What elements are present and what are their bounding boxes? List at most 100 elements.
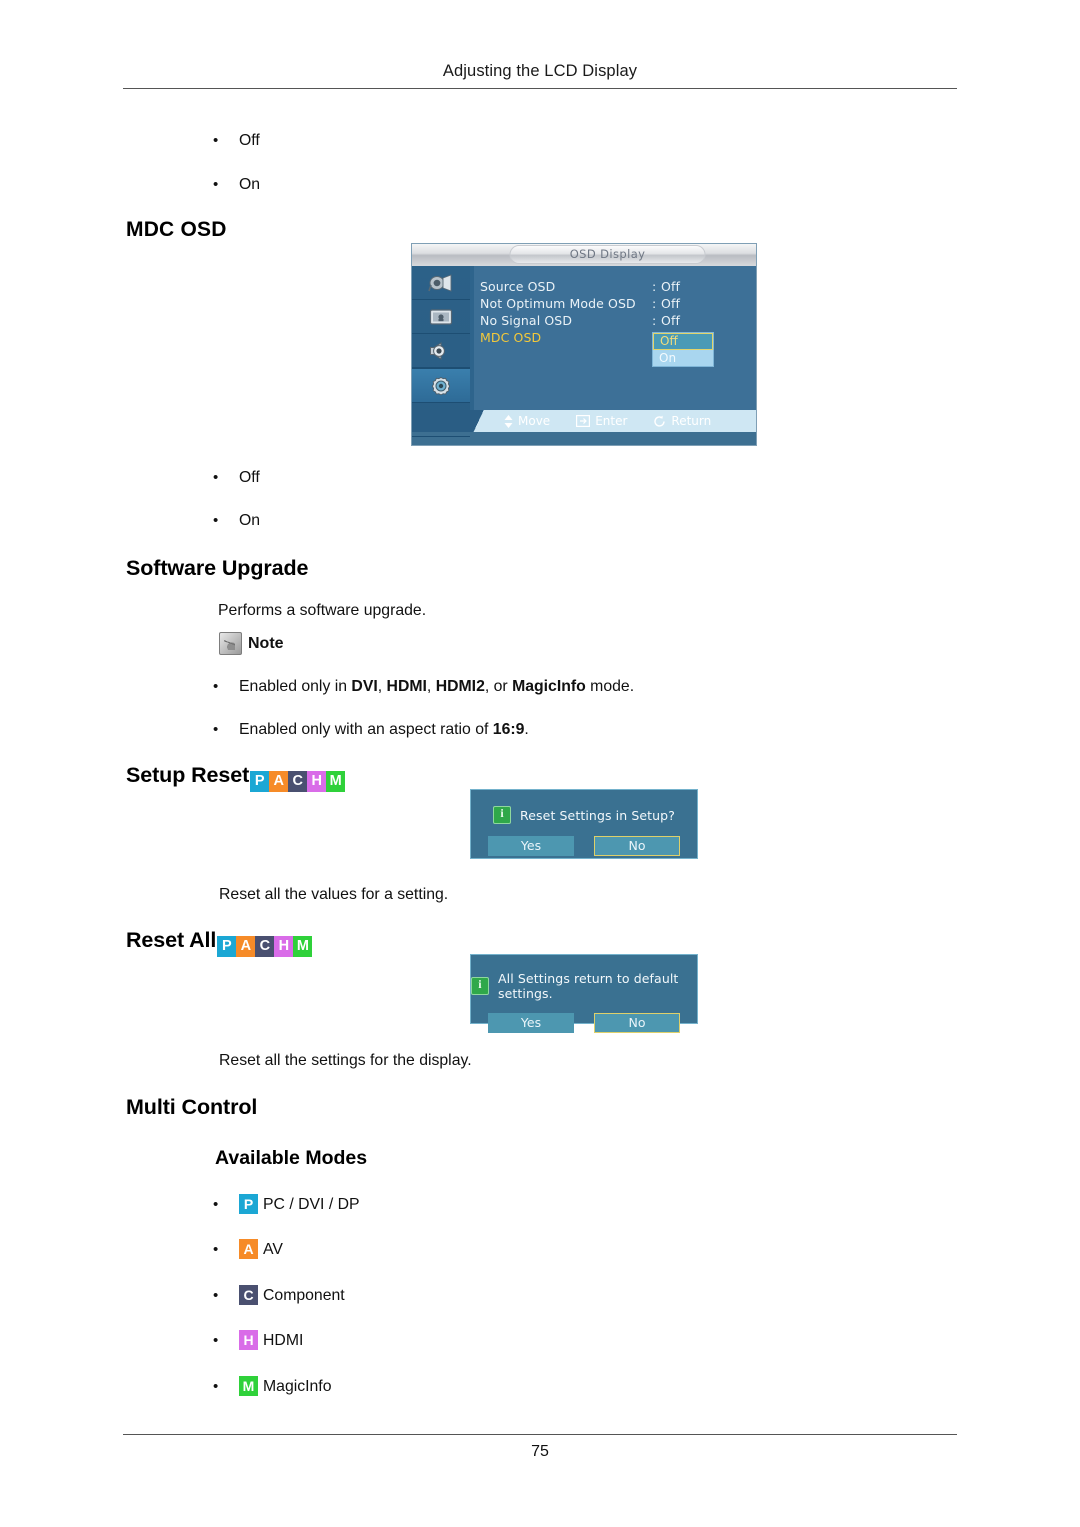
osd-hint-move: Move [504, 414, 550, 428]
list-item-on-mdc: • On [213, 512, 260, 530]
setup-gear-icon [431, 376, 451, 395]
mode-badge-hdmi: H [239, 1330, 258, 1350]
list-item-mode-hdmi: • H HDMI [213, 1330, 303, 1350]
list-item-label: On [239, 512, 261, 529]
dialog-yes-button[interactable]: Yes [488, 836, 574, 856]
dialog-yes-button[interactable]: Yes [488, 1013, 574, 1033]
list-item-mode-pc: • P PC / DVI / DP [213, 1194, 360, 1214]
dialog-message-row: All Settings return to default settings. [471, 955, 697, 1001]
mode-label: MagicInfo [263, 1378, 332, 1395]
list-item-mode-magicinfo: • M MagicInfo [213, 1376, 332, 1396]
note-block: Note [219, 632, 284, 655]
bullet-icon: • [213, 678, 219, 695]
bullet-icon: • [213, 721, 219, 738]
dialog-no-button[interactable]: No [594, 836, 680, 856]
dialog-message-row: Reset Settings in Setup? [471, 790, 697, 824]
list-item-off-top: • Off [213, 132, 260, 150]
osd-footer-bar: Move Enter Return [412, 410, 756, 432]
osd-row-separator: : [652, 313, 657, 328]
osd-hint-label: Return [671, 414, 712, 428]
mode-badge-component: C [239, 1285, 258, 1305]
bullet-icon: • [213, 512, 219, 529]
mode-badge-group-setup-reset: PACHM [250, 771, 346, 792]
bullet-icon: • [213, 1332, 219, 1349]
osd-footer-hints: Move Enter Return [496, 414, 711, 428]
list-item-mode-component: • C Component [213, 1285, 345, 1305]
osd-dropdown-option-off[interactable]: Off [653, 333, 713, 350]
bullet-icon: • [213, 1241, 219, 1258]
section-heading-multi-control: Multi Control [126, 1095, 258, 1119]
bullet-icon: • [213, 176, 219, 193]
mode-label: AV [263, 1241, 283, 1258]
bullet-icon: • [213, 1287, 219, 1304]
osd-dropdown-option-on[interactable]: On [653, 350, 713, 366]
dialog-buttons: Yes No [471, 1013, 697, 1033]
mode-badge-pc: P [250, 771, 270, 792]
osd-sidebar-item-sound[interactable] [412, 334, 470, 368]
osd-display-screenshot: OSD Display Source OSD: Off Not Optimum… [411, 243, 757, 446]
reset-all-heading-text: Reset All [126, 928, 217, 952]
osd-mdc-osd-dropdown[interactable]: Off On [652, 332, 714, 367]
picture-icon [429, 308, 453, 325]
osd-body: Source OSD : Off Not Optimum Mode OSD : … [412, 266, 756, 437]
return-arrow-icon [654, 415, 666, 427]
osd-row-separator: : [652, 296, 657, 311]
mode-badge-av: A [236, 936, 256, 957]
enter-key-icon [576, 415, 591, 427]
mode-badge-component: C [288, 771, 308, 792]
list-item-note-modes: • Enabled only in DVI, HDMI, HDMI2, or M… [213, 678, 634, 696]
list-item-label: Enabled only with an aspect ratio of 16:… [239, 721, 529, 738]
mode-badge-hdmi: H [274, 936, 294, 957]
mode-badge-pc: P [217, 936, 237, 957]
section-heading-software-upgrade: Software Upgrade [126, 556, 309, 580]
osd-title-label: OSD Display [509, 245, 706, 264]
header-divider [123, 88, 957, 89]
mode-badge-magicinfo: M [293, 936, 313, 957]
dialog-message: Reset Settings in Setup? [520, 807, 675, 823]
list-item-label: Enabled only in DVI, HDMI, HDMI2, or Mag… [239, 678, 635, 695]
osd-row-source-osd[interactable]: Source OSD : Off [480, 278, 750, 295]
mode-label: HDMI [263, 1332, 304, 1349]
bullet-icon: • [213, 1196, 219, 1213]
osd-row-label: No Signal OSD [480, 313, 573, 328]
osd-row-not-optimum-mode-osd[interactable]: Not Optimum Mode OSD : Off [480, 295, 750, 312]
setup-reset-description: Reset all the values for a setting. [219, 886, 449, 903]
list-item-off-mdc: • Off [213, 469, 260, 487]
list-item-mode-av: • A AV [213, 1239, 283, 1259]
bullet-icon: • [213, 469, 219, 486]
osd-footer-left-fill [412, 410, 470, 432]
bullet-icon: • [213, 1378, 219, 1395]
mode-badge-pc: P [239, 1194, 258, 1214]
mode-badge-magicinfo: M [239, 1376, 258, 1396]
sound-icon [430, 341, 445, 360]
dialog-no-button[interactable]: No [594, 1013, 680, 1033]
osd-sidebar-item-input-source[interactable] [412, 266, 470, 300]
osd-row-separator: : [652, 279, 657, 294]
osd-hint-enter: Enter [576, 414, 627, 428]
list-item-label: On [239, 176, 261, 193]
mode-badge-av: A [239, 1239, 258, 1259]
setup-reset-confirm-dialog: Reset Settings in Setup? Yes No [470, 789, 698, 859]
list-item-label: Off [239, 469, 260, 486]
osd-sidebar-item-setup[interactable] [412, 368, 470, 403]
mode-label: Component [263, 1287, 345, 1304]
osd-sidebar-item-picture[interactable] [412, 300, 470, 334]
subheading-available-modes: Available Modes [215, 1147, 368, 1169]
note-pencil-icon [219, 632, 242, 655]
section-heading-setup-reset: Setup Reset P A C H M [126, 763, 346, 792]
osd-hint-label: Enter [595, 414, 628, 428]
osd-row-no-signal-osd[interactable]: No Signal OSD : Off [480, 312, 750, 329]
mode-badge-component: C [255, 936, 275, 957]
software-upgrade-description: Performs a software upgrade. [218, 602, 427, 619]
list-item-label: Off [239, 132, 260, 149]
dialog-message: All Settings return to default settings. [498, 971, 679, 1001]
osd-row-label: MDC OSD [480, 330, 542, 345]
osd-row-label: Not Optimum Mode OSD [480, 296, 636, 311]
section-heading-reset-all: Reset All P A C H M [126, 928, 313, 957]
updown-arrow-icon [504, 414, 513, 428]
page-header-title: Adjusting the LCD Display [442, 62, 638, 80]
mode-badge-hdmi: H [307, 771, 327, 792]
list-item-note-aspect: • Enabled only with an aspect ratio of 1… [213, 721, 529, 739]
mode-badge-group-reset-all: PACHM [217, 936, 313, 957]
osd-row-value: Off [661, 313, 680, 328]
